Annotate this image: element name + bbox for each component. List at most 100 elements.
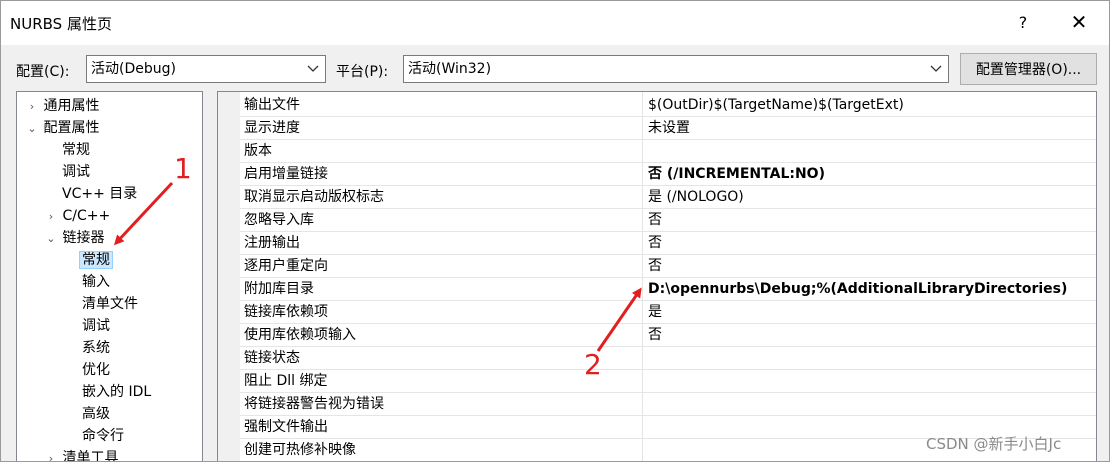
property-row-use-lib-dep-inputs[interactable]: 使用库依赖项输入 否 [240,324,1096,347]
property-value[interactable]: $(OutDir)$(TargetName)$(TargetExt) [648,94,1088,116]
property-tree: › 通用属性 ⌄ 配置属性 常规 调试 VC++ 目录 › C/C++ ⌄ 链接… [16,91,203,462]
tree-item-label: 高级 [82,406,110,422]
property-value[interactable]: 否 [648,324,1088,346]
property-name: 显示进度 [244,120,300,136]
tree-item-label: 清单文件 [82,296,138,312]
tree-item-label: 调试 [82,318,110,334]
property-value[interactable] [648,393,1088,415]
tree-item-config-props[interactable]: ⌄ 配置属性 [25,117,99,139]
property-name: 注册输出 [244,235,300,251]
property-value[interactable]: 否 [648,255,1088,277]
tree-item-system[interactable]: 系统 [82,337,110,359]
tree-item-command-line[interactable]: 命令行 [82,425,124,447]
property-row-additional-lib-dirs[interactable]: 附加库目录 D:\opennurbs\Debug;%(AdditionalLib… [240,278,1096,301]
tree-item-advanced[interactable]: 高级 [82,403,110,425]
property-value[interactable]: 是 [648,301,1088,323]
property-row-per-user-redirect[interactable]: 逐用户重定向 否 [240,255,1096,278]
property-name: 链接状态 [244,350,300,366]
annotation-number-2: 2 [584,348,602,381]
property-value[interactable] [648,347,1088,369]
property-value[interactable]: D:\opennurbs\Debug;%(AdditionalLibraryDi… [648,278,1088,300]
tree-item-label: 系统 [82,340,110,356]
annotation-number-1: 1 [174,152,192,185]
tree-item-linker-debugging[interactable]: 调试 [82,315,110,337]
tree-item-label: C/C++ [62,208,111,224]
tree-item-label: 常规 [79,251,113,269]
property-value[interactable] [648,140,1088,162]
tree-item-label: 输入 [82,274,110,290]
property-row-output-file[interactable]: 输出文件 $(OutDir)$(TargetName)$(TargetExt) [240,94,1096,117]
property-name: 输出文件 [244,97,300,113]
property-row-ignore-import-lib[interactable]: 忽略导入库 否 [240,209,1096,232]
chevron-right-icon[interactable]: › [25,96,39,118]
property-row-suppress-banner[interactable]: 取消显示启动版权标志 是 (/NOLOGO) [240,186,1096,209]
tree-item-vc-directories[interactable]: VC++ 目录 [62,183,137,205]
close-button[interactable]: ✕ [1061,5,1097,39]
tree-item-label: VC++ 目录 [62,186,138,202]
property-grid: 输出文件 $(OutDir)$(TargetName)$(TargetExt) … [217,91,1097,461]
property-row-version[interactable]: 版本 [240,140,1096,163]
property-value[interactable] [648,370,1088,392]
help-button[interactable]: ? [1009,5,1037,39]
tree-item-linker-input[interactable]: 输入 [82,271,110,293]
tree-item-linker-general[interactable]: 常规 [79,249,113,271]
property-value[interactable]: 否 [648,232,1088,254]
property-row-incremental-link[interactable]: 启用增量链接 否 (/INCREMENTAL:NO) [240,163,1096,186]
chevron-down-icon[interactable]: ⌄ [44,228,58,250]
property-row-link-status[interactable]: 链接状态 [240,347,1096,370]
config-select-value: 活动(Debug) [91,61,176,77]
tree-item-debugging[interactable]: 调试 [62,161,90,183]
tree-item-optimization[interactable]: 优化 [82,359,110,381]
property-value[interactable]: 否 [648,209,1088,231]
tree-item-general[interactable]: 常规 [62,139,90,161]
property-row-prevent-dll-binding[interactable]: 阻止 Dll 绑定 [240,370,1096,393]
property-value[interactable]: 否 (/INCREMENTAL:NO) [648,163,1088,185]
property-name: 使用库依赖项输入 [244,327,356,343]
tree-item-cpp[interactable]: › C/C++ [44,205,110,227]
config-toolbar: 配置(C): 活动(Debug) 平台(P): 活动(Win32) 配置管理器(… [1,45,1109,89]
tree-item-embedded-idl[interactable]: 嵌入的 IDL [82,381,151,403]
tree-item-label: 优化 [82,362,110,378]
property-row-link-lib-deps[interactable]: 链接库依赖项 是 [240,301,1096,324]
property-name: 忽略导入库 [244,212,314,228]
property-name: 强制文件输出 [244,419,328,435]
tree-item-label: 链接器 [62,230,105,246]
chevron-down-icon [305,56,321,82]
config-label: 配置(C): [16,64,70,80]
platform-select-value: 活动(Win32) [408,61,492,77]
watermark: CSDN @新手小白Jc [926,435,1062,453]
tree-item-label: 嵌入的 IDL [82,384,152,400]
tree-item-label: 常规 [62,142,90,158]
property-row-warnings-as-errors[interactable]: 将链接器警告视为错误 [240,393,1096,416]
config-select[interactable]: 活动(Debug) [86,55,326,83]
platform-select[interactable]: 活动(Win32) [403,55,949,83]
tree-item-manifest-tool[interactable]: › 清单工具 [44,447,119,462]
chevron-right-icon[interactable]: › [44,448,58,461]
property-name: 逐用户重定向 [244,258,328,274]
tree-item-label: 调试 [62,164,90,180]
property-name: 附加库目录 [244,281,314,297]
property-name: 链接库依赖项 [244,304,328,320]
property-name: 版本 [244,143,272,159]
title-bar: NURBS 属性页 ? ✕ [1,1,1109,45]
tree-item-label: 命令行 [82,428,124,444]
tree-item-label: 清单工具 [62,450,119,462]
property-value[interactable]: 未设置 [648,117,1088,139]
tree-item-label: 配置属性 [43,120,100,136]
property-row-register-output[interactable]: 注册输出 否 [240,232,1096,255]
chevron-down-icon[interactable]: ⌄ [25,118,39,140]
chevron-right-icon[interactable]: › [44,206,58,228]
tree-item-manifest-file[interactable]: 清单文件 [82,293,138,315]
property-name: 将链接器警告视为错误 [244,396,384,412]
platform-label: 平台(P): [336,64,389,80]
property-name: 创建可热修补映像 [244,442,356,458]
grid-gutter [218,92,240,461]
property-name: 阻止 Dll 绑定 [244,373,328,389]
tree-item-linker[interactable]: ⌄ 链接器 [44,227,104,249]
property-pages-window: NURBS 属性页 ? ✕ 配置(C): 活动(Debug) 平台(P): 活动… [0,0,1110,462]
property-name: 启用增量链接 [244,166,328,182]
property-row-show-progress[interactable]: 显示进度 未设置 [240,117,1096,140]
tree-item-general-props[interactable]: › 通用属性 [25,95,100,118]
config-manager-button[interactable]: 配置管理器(O)... [960,53,1097,85]
property-value[interactable]: 是 (/NOLOGO) [648,186,1088,208]
